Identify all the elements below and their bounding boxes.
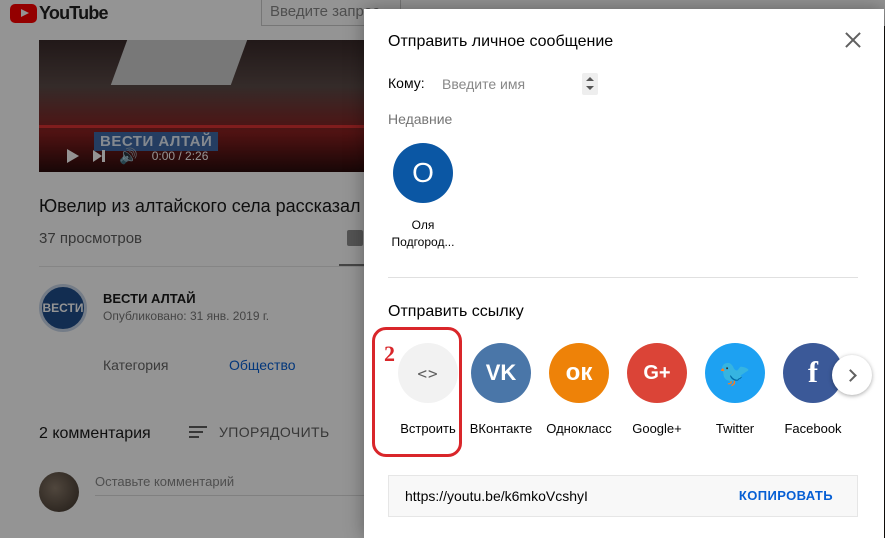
close-icon[interactable] [842,29,864,51]
contact-name: Оля Подгород... [391,218,455,249]
recent-label: Недавние [388,111,453,127]
next-targets-button[interactable] [832,355,872,395]
send-link-label: Отправить ссылку [388,303,524,320]
twitter-icon: 🐦 [705,343,765,403]
share-label: Facebook [784,421,842,436]
share-link-box: https://youtu.be/k6mkoVcshyI КОПИРОВАТЬ [388,475,858,517]
share-twitter[interactable]: 🐦 Twitter [699,343,771,436]
share-label: Однокласс [546,421,612,436]
copy-button[interactable]: КОПИРОВАТЬ [739,488,833,503]
recent-contact[interactable]: О Оля Подгород... [384,143,462,251]
contact-avatar: О [393,143,453,203]
share-url[interactable]: https://youtu.be/k6mkoVcshyI [405,488,588,504]
share-vk[interactable]: VK ВКонтакте [465,343,537,436]
share-dialog: Отправить личное сообщение Кому: Недавни… [364,9,884,538]
divider [388,277,858,278]
recipient-stepper[interactable] [582,73,598,95]
dialog-title: Отправить личное сообщение [388,33,614,50]
share-odnoklassniki[interactable]: ок Однокласс [543,343,615,436]
google-plus-icon: G+ [627,343,687,403]
chevron-right-icon [844,368,857,382]
recipient-input[interactable] [436,71,596,97]
share-label: ВКонтакте [469,421,533,436]
odnoklassniki-icon: ок [549,343,609,403]
recipient-label: Кому: [388,75,425,91]
share-google-plus[interactable]: G+ Google+ [621,343,693,436]
vk-icon: VK [471,343,531,403]
share-label: Twitter [715,421,755,436]
share-label: Google+ [632,421,682,436]
annotation-number: 2 [384,341,395,366]
